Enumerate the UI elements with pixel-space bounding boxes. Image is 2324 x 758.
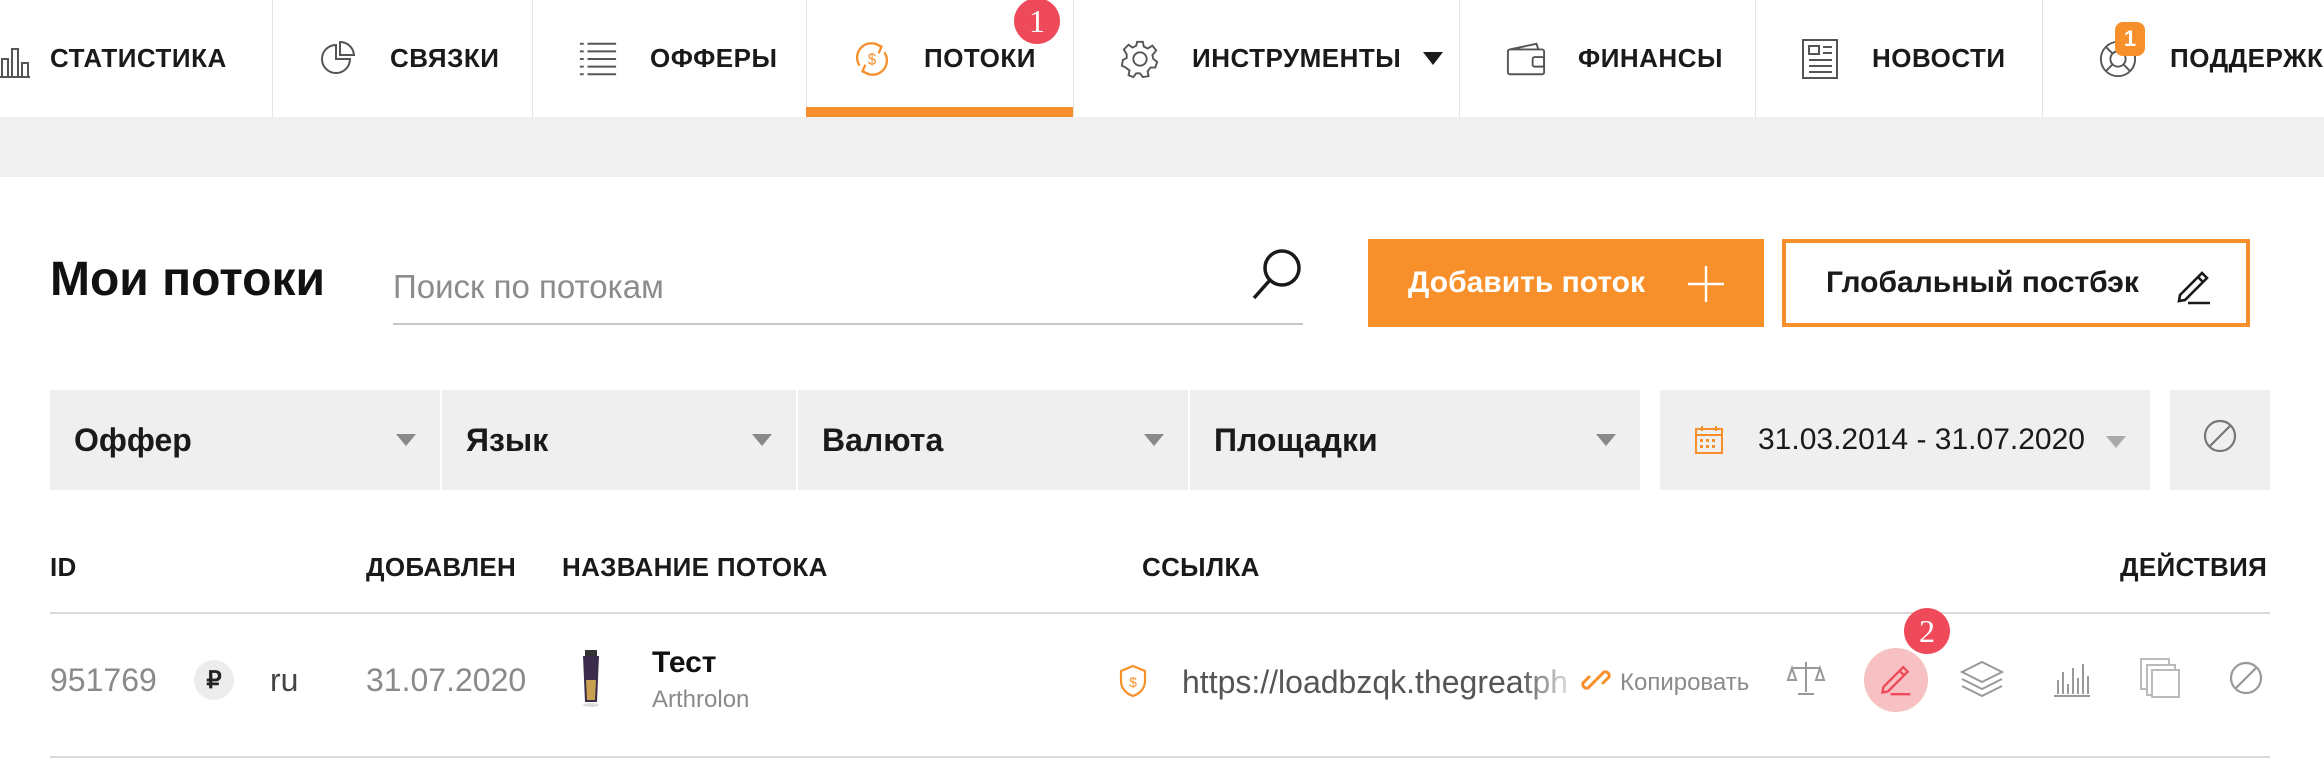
pie-chart-icon <box>318 39 358 79</box>
compare-button[interactable] <box>1776 650 1836 710</box>
chevron-down-icon <box>752 434 772 446</box>
currency-filter[interactable]: Валюта <box>798 390 1188 490</box>
add-stream-label: Добавить поток <box>1408 266 1645 299</box>
nav-divider <box>532 0 533 117</box>
nav-item-tools[interactable]: ИНСТРУМЕНТЫ <box>1120 0 1444 117</box>
annotation-badge: 1 <box>1014 0 1060 44</box>
nav-item-finance[interactable]: ФИНАНСЫ <box>1506 0 1723 117</box>
chevron-down-icon <box>1144 434 1164 446</box>
filter-label: Язык <box>466 421 549 458</box>
nav-item-bundles[interactable]: СВЯЗКИ <box>318 0 499 117</box>
platforms-filter[interactable]: Площадки <box>1190 390 1640 490</box>
nav-label: ОФФЕРЫ <box>650 43 778 73</box>
nav-divider <box>806 0 807 117</box>
currency-badge: ₽ <box>194 660 234 700</box>
chain-link-icon <box>1580 664 1612 701</box>
bar-chart-icon <box>2052 658 2092 703</box>
svg-text:$: $ <box>1129 674 1137 690</box>
scales-icon <box>1786 658 1826 703</box>
nav-label: СТАТИСТИКА <box>50 43 227 73</box>
postback-label: Глобальный постбэк <box>1826 266 2139 299</box>
layers-icon <box>1959 658 2005 703</box>
product-thumbnail <box>580 650 602 708</box>
block-icon <box>2228 660 2264 701</box>
bar-chart-icon <box>0 39 38 79</box>
svg-text:$: $ <box>868 51 877 68</box>
filter-label: Оффер <box>74 421 192 458</box>
active-tab-indicator <box>806 107 1073 117</box>
offer-filter[interactable]: Оффер <box>50 390 440 490</box>
column-header-added: ДОБАВЛЕН <box>366 552 517 582</box>
stream-link[interactable]: https://loadbzqk.thegreatph <box>1182 664 1574 701</box>
dropdown-arrow-icon <box>1423 52 1444 65</box>
notification-badge: 1 <box>2115 22 2145 56</box>
dollar-cycle-icon: $ <box>852 39 892 79</box>
reset-filters-button[interactable] <box>2170 390 2270 490</box>
stream-id: 951769 <box>50 662 157 698</box>
nav-label: СВЯЗКИ <box>390 43 500 73</box>
filter-label: Площадки <box>1214 421 1378 458</box>
stream-language: ru <box>270 662 299 698</box>
add-stream-button[interactable]: Добавить поток <box>1368 239 1764 327</box>
nav-divider <box>2042 0 2043 117</box>
list-icon <box>578 39 618 79</box>
nav-item-statistics[interactable]: СТАТИСТИКА <box>0 0 227 117</box>
nav-divider <box>1755 0 1756 117</box>
subnav-strip <box>0 117 2324 177</box>
newspaper-icon <box>1800 38 1840 79</box>
date-range-filter[interactable]: 31.03.2014 - 31.07.2020 <box>1660 390 2150 490</box>
column-header-name: НАЗВАНИЕ ПОТОКА <box>562 552 828 582</box>
offer-name: Arthrolon <box>652 686 750 713</box>
nav-item-support[interactable]: ПОДДЕРЖКА <box>2098 0 2324 117</box>
date-range-value: 31.03.2014 - 31.07.2020 <box>1758 423 2085 456</box>
edit-stream-button[interactable] <box>1864 648 1928 712</box>
plus-icon <box>1686 264 1726 312</box>
pencil-icon <box>1878 660 1914 701</box>
stream-name[interactable]: Тест <box>652 646 717 680</box>
column-header-id: ID <box>50 552 77 582</box>
chevron-down-icon <box>2106 436 2126 448</box>
stats-button[interactable] <box>2042 650 2102 710</box>
copy-link-button[interactable]: Копировать <box>1580 664 1749 701</box>
wallet-icon <box>1506 39 1546 79</box>
link-fade <box>1520 660 1580 704</box>
column-header-actions: ДЕЙСТВИЯ <box>2120 552 2268 582</box>
nav-label: ПОДДЕРЖКА <box>2170 43 2324 73</box>
nav-item-streams[interactable]: $ ПОТОКИ <box>852 0 1036 117</box>
nav-label: ПОТОКИ <box>924 43 1036 73</box>
page-title: Мои потоки <box>50 253 325 306</box>
search-icon[interactable] <box>1250 246 1306 307</box>
gear-icon <box>1120 39 1160 79</box>
copy-label: Копировать <box>1620 668 1750 696</box>
filter-label: Валюта <box>822 421 944 458</box>
nav-divider <box>1073 0 1074 117</box>
language-filter[interactable]: Язык <box>442 390 796 490</box>
nav-divider <box>272 0 273 117</box>
annotation-badge: 2 <box>1904 608 1950 654</box>
nav-item-news[interactable]: НОВОСТИ <box>1800 0 2006 117</box>
block-icon <box>2202 418 2238 462</box>
chevron-down-icon <box>1596 434 1616 446</box>
top-navigation: СТАТИСТИКА СВЯЗКИ ОФФЕРЫ $ ПОТОКИ 1 ИНСТ… <box>0 0 2324 117</box>
calendar-icon <box>1694 425 1724 455</box>
global-postback-button[interactable]: Глобальный постбэк <box>1782 239 2250 327</box>
pencil-icon <box>2174 265 2214 313</box>
duplicate-button[interactable] <box>2130 650 2190 710</box>
column-header-link: ССЫЛКА <box>1142 552 1260 582</box>
disable-stream-button[interactable] <box>2216 650 2276 710</box>
nav-item-offers[interactable]: ОФФЕРЫ <box>578 0 777 117</box>
nav-divider <box>1459 0 1460 117</box>
chevron-down-icon <box>396 434 416 446</box>
nav-label: НОВОСТИ <box>1872 43 2006 73</box>
layers-button[interactable] <box>1952 650 2012 710</box>
nav-label: ИНСТРУМЕНТЫ <box>1192 43 1402 73</box>
search-input[interactable] <box>393 250 1303 325</box>
nav-label: ФИНАНСЫ <box>1578 43 1723 73</box>
shield-dollar-icon: $ <box>1118 664 1148 703</box>
copy-icon <box>2139 657 2181 704</box>
stream-added-date: 31.07.2020 <box>366 662 527 698</box>
